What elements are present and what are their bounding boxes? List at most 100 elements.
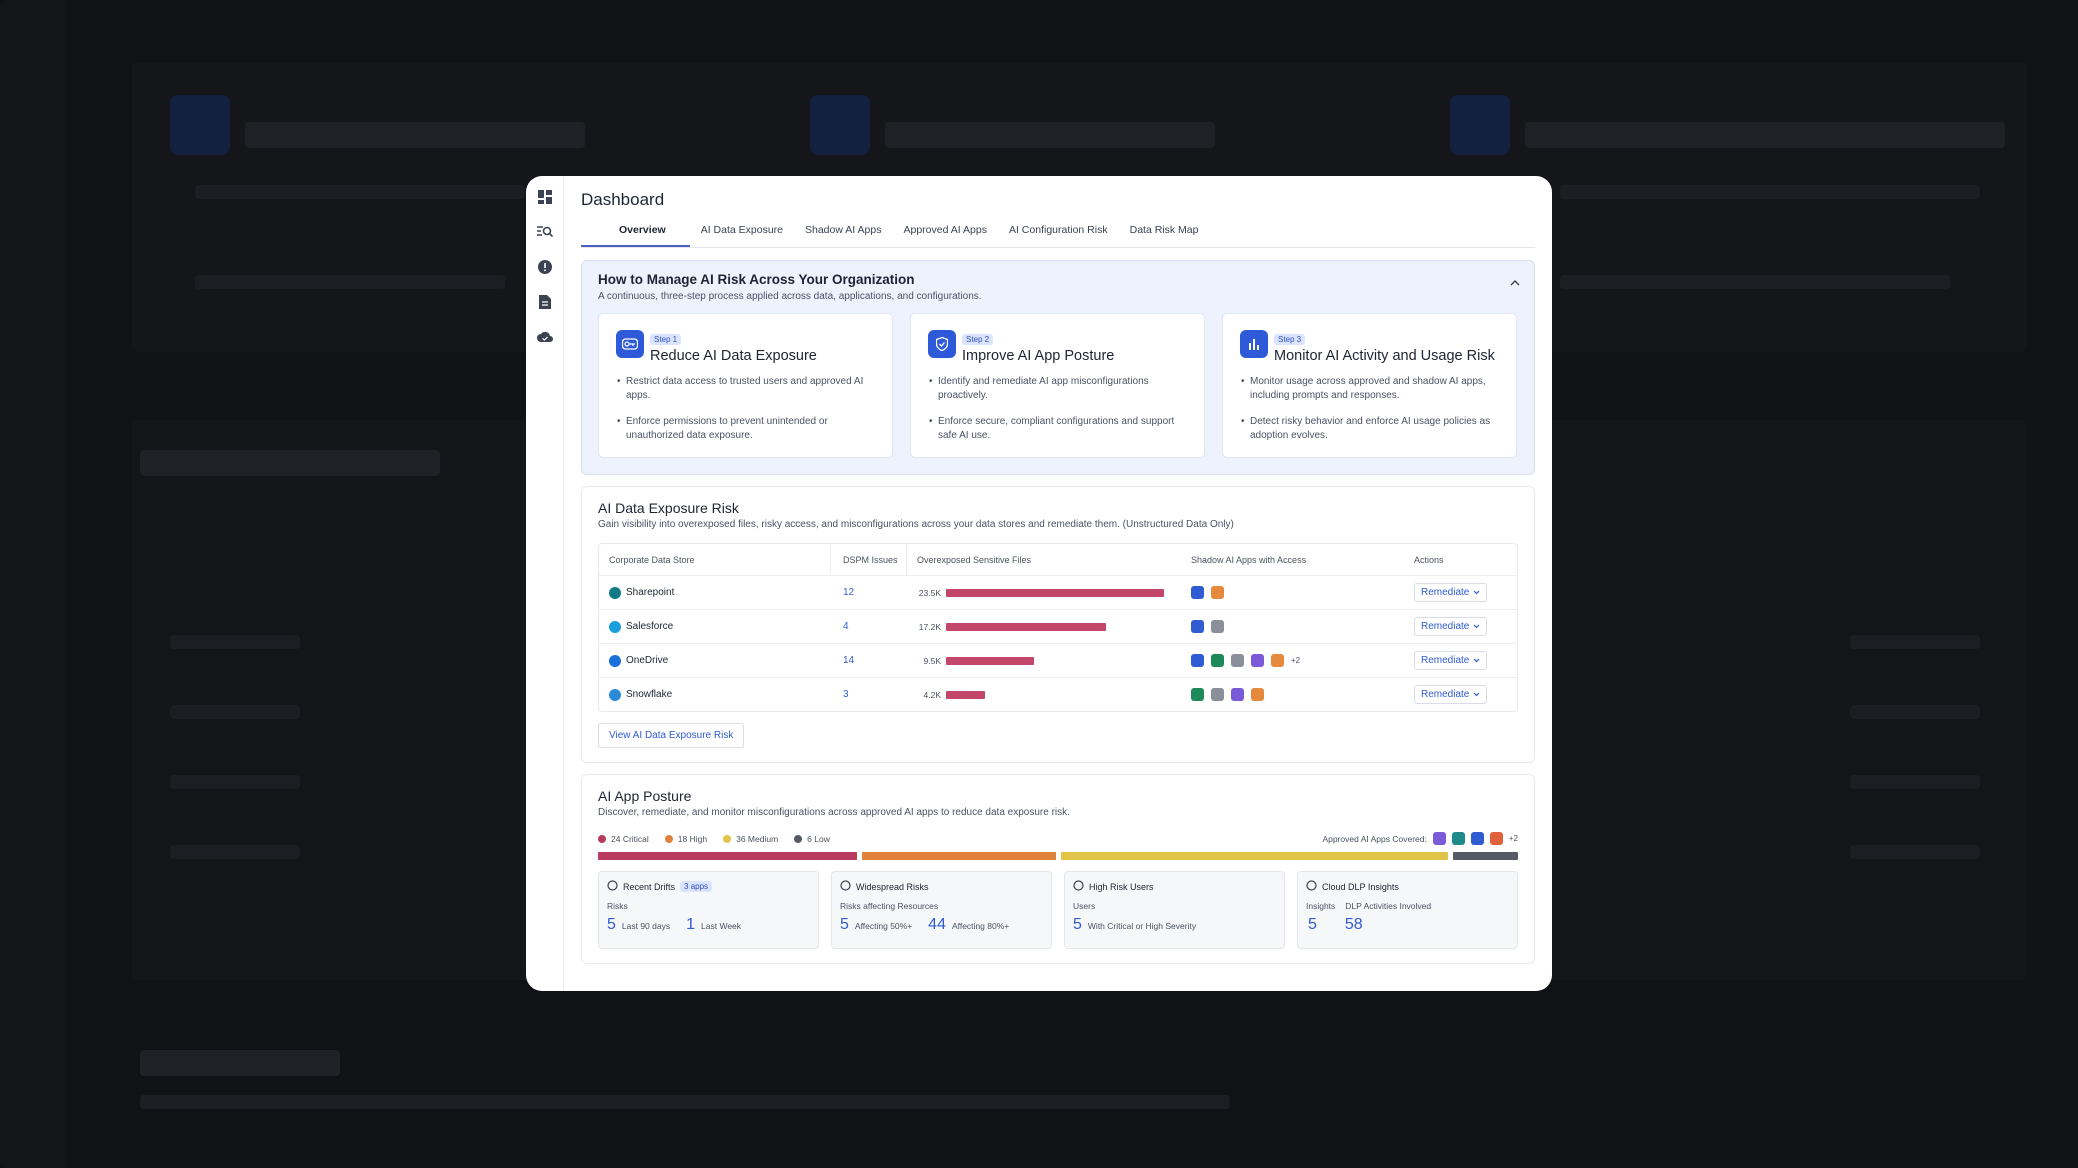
tab-approved-ai-apps[interactable]: Approved AI Apps bbox=[892, 224, 997, 247]
card-column-label: Insights bbox=[1306, 901, 1336, 911]
key-icon bbox=[616, 330, 644, 358]
remediate-label: Remediate bbox=[1421, 587, 1470, 598]
search-list-icon[interactable] bbox=[536, 223, 554, 241]
column-header[interactable]: Overexposed Sensitive Files bbox=[907, 555, 1183, 565]
data-store-name[interactable]: Sharepoint bbox=[626, 587, 674, 598]
overexposed-files-cell: 17.2K bbox=[907, 622, 1183, 632]
remediate-button[interactable]: Remediate bbox=[1414, 651, 1488, 670]
dspm-issues-link[interactable]: 4 bbox=[831, 621, 907, 632]
step-bullet: Monitor usage across approved and shadow… bbox=[1240, 375, 1499, 403]
view-exposure-button[interactable]: View AI Data Exposure Risk bbox=[598, 723, 745, 748]
card-subtitle: Risks bbox=[607, 901, 628, 911]
bg-sidebar bbox=[0, 0, 66, 1168]
data-store-name[interactable]: Snowflake bbox=[626, 689, 672, 700]
warning-icon bbox=[607, 880, 618, 893]
step-bullet: Enforce permissions to prevent unintende… bbox=[616, 415, 875, 443]
files-count: 4.2K bbox=[923, 689, 942, 700]
actions-cell: Remediate bbox=[1407, 685, 1517, 704]
icon-rail bbox=[526, 176, 564, 991]
severity-dot bbox=[598, 834, 606, 843]
ai-app-icon bbox=[1211, 620, 1224, 633]
onedrive-icon bbox=[609, 654, 621, 667]
insight-card[interactable]: Cloud DLP Insights Insights DLP Activities… bbox=[1297, 871, 1518, 949]
tab-overview[interactable]: Overview bbox=[581, 224, 690, 247]
data-store-name[interactable]: Salesforce bbox=[626, 621, 673, 632]
ai-app-icon bbox=[1211, 586, 1224, 599]
column-header[interactable]: Corporate Data Store bbox=[599, 544, 831, 575]
covered-extra: +2 bbox=[1508, 834, 1518, 843]
card-value: 5 bbox=[607, 916, 616, 933]
step-bullet: Restrict data access to trusted users an… bbox=[616, 375, 875, 403]
card-title: High Risk Users bbox=[1089, 881, 1154, 892]
ai-app-icon bbox=[1191, 688, 1204, 701]
ai-app-icon bbox=[1251, 688, 1264, 701]
insight-card[interactable]: Widespread Risks Risks affecting Resource… bbox=[831, 871, 1052, 949]
step-title: Monitor AI Activity and Usage Risk bbox=[1274, 348, 1495, 364]
remediate-button[interactable]: Remediate bbox=[1414, 617, 1488, 636]
card-value: 5 bbox=[1073, 916, 1082, 933]
step-bullet: Identify and remediate AI app misconfigu… bbox=[928, 375, 1187, 403]
bg-step-icon bbox=[170, 95, 230, 155]
shadow-apps-cell: +2 bbox=[1183, 654, 1407, 667]
actions-cell: Remediate bbox=[1407, 617, 1517, 636]
insight-card[interactable]: High Risk Users Users 5 With Critical or Hi… bbox=[1064, 871, 1285, 949]
card-title: Widespread Risks bbox=[856, 881, 929, 892]
dspm-issues-link[interactable]: 14 bbox=[831, 655, 907, 666]
alert-icon[interactable] bbox=[536, 258, 554, 276]
tab-data-risk-map[interactable]: Data Risk Map bbox=[1119, 224, 1210, 247]
severity-segment bbox=[1453, 852, 1518, 860]
chevron-down-icon bbox=[1473, 621, 1480, 632]
data-store-cell: Snowflake bbox=[599, 678, 831, 711]
tab-ai-configuration-risk[interactable]: AI Configuration Risk bbox=[998, 224, 1119, 247]
bg-text bbox=[170, 845, 300, 859]
files-count: 17.2K bbox=[918, 621, 941, 632]
chevron-down-icon bbox=[1473, 689, 1480, 700]
insight-card[interactable]: Recent Drifts 3 apps Risks 5 Last 90 days 1 La… bbox=[598, 871, 819, 949]
sharepoint-icon bbox=[609, 586, 621, 599]
card-value: 1 bbox=[686, 916, 696, 933]
approved-apps-covered: Approved AI Apps Covered: +2 bbox=[1322, 832, 1518, 845]
bg-text bbox=[195, 185, 525, 199]
severity-dot bbox=[723, 834, 732, 843]
card-value-label: Last 90 days bbox=[621, 921, 671, 931]
step-badge: Step 2 bbox=[962, 334, 994, 345]
exposure-subtitle: Gain visibility into overexposed files, … bbox=[598, 519, 1234, 530]
dspm-issues-link[interactable]: 3 bbox=[831, 689, 907, 700]
column-header: Actions bbox=[1414, 554, 1444, 565]
card-header: High Risk Users bbox=[1073, 880, 1276, 893]
document-icon[interactable] bbox=[536, 293, 554, 311]
tab-shadow-ai-apps[interactable]: Shadow AI Apps bbox=[794, 224, 892, 247]
card-column-label: DLP Activities Involved bbox=[1345, 901, 1432, 911]
chevron-up-icon[interactable] bbox=[1510, 273, 1520, 291]
card-title: Cloud DLP Insights bbox=[1322, 881, 1399, 892]
shadow-apps-cell bbox=[1183, 620, 1407, 633]
bg-step-title bbox=[885, 122, 1215, 148]
column-header[interactable]: DSPM Issues bbox=[831, 544, 907, 575]
step-card: Step 3 Monitor AI Activity and Usage Ris… bbox=[1222, 313, 1517, 458]
remediate-button[interactable]: Remediate bbox=[1414, 685, 1488, 704]
severity-legend: 24 Critical 18 High 36 Medium 6 Low bbox=[598, 834, 830, 844]
files-bar bbox=[946, 690, 985, 699]
shield-icon bbox=[1306, 880, 1317, 893]
step-title: Reduce AI Data Exposure bbox=[650, 348, 817, 364]
dashboard-icon[interactable] bbox=[536, 188, 554, 206]
bg-panel-title bbox=[140, 450, 440, 476]
severity-legend-item: 24 Critical bbox=[598, 834, 649, 844]
cloud-icon[interactable] bbox=[536, 328, 554, 346]
bg-step-title bbox=[245, 122, 585, 148]
ai-app-icon bbox=[1231, 688, 1244, 701]
dspm-issues-link[interactable]: 12 bbox=[831, 587, 907, 598]
column-header[interactable]: Shadow AI Apps with Access bbox=[1183, 555, 1407, 565]
exposure-title: AI Data Exposure Risk bbox=[598, 500, 739, 516]
card-header: Recent Drifts 3 apps bbox=[607, 880, 810, 893]
posture-panel: AI App Posture Discover, remediate, and … bbox=[581, 774, 1535, 964]
card-value: 44 bbox=[928, 916, 946, 933]
data-store-name[interactable]: OneDrive bbox=[626, 655, 668, 666]
tab-ai-data-exposure[interactable]: AI Data Exposure bbox=[690, 224, 794, 247]
ai-app-icon bbox=[1191, 654, 1204, 667]
shield-check-icon bbox=[928, 330, 956, 358]
card-tag: 3 apps bbox=[680, 881, 713, 892]
table-row: Sharepoint 12 23.5K Remediate bbox=[599, 575, 1517, 609]
remediate-button[interactable]: Remediate bbox=[1414, 583, 1488, 602]
bg-step-title bbox=[1525, 122, 2005, 148]
